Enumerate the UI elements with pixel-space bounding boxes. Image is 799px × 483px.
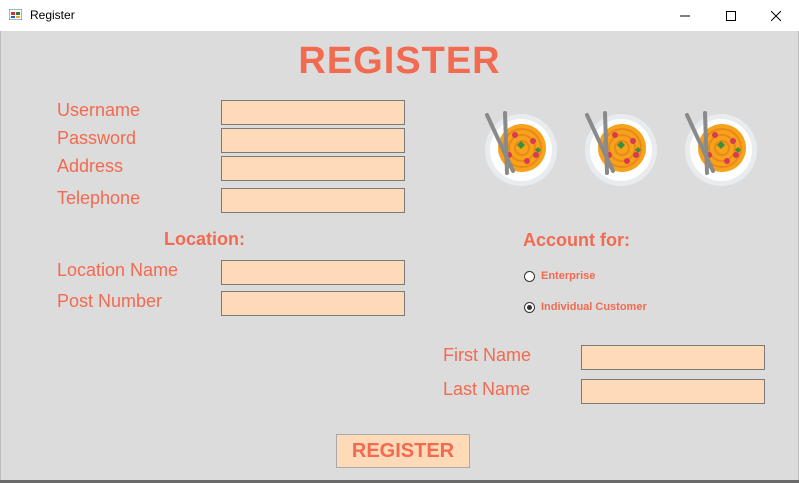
- address-label: Address: [57, 156, 124, 176]
- page-title: REGISTER: [298, 40, 501, 82]
- last-name-label: Last Name: [443, 379, 531, 399]
- location-name-label: Location Name: [57, 260, 179, 280]
- telephone-label: Telephone: [57, 188, 141, 208]
- noodle-bowl-icon: [585, 111, 657, 186]
- radio-enterprise-label[interactable]: Enterprise: [541, 270, 595, 282]
- post-number-field[interactable]: [221, 291, 405, 316]
- radio-checked-icon[interactable]: [524, 301, 535, 313]
- radio-dot: [527, 304, 532, 310]
- close-button[interactable]: [753, 0, 799, 31]
- last-name-field[interactable]: [581, 379, 765, 404]
- username-field[interactable]: [221, 100, 405, 125]
- window-title: Register: [30, 8, 75, 22]
- username-label: Username: [57, 100, 141, 120]
- radio-individual-customer-label[interactable]: Individual Customer: [541, 301, 647, 313]
- radio-unchecked-icon[interactable]: [524, 270, 535, 282]
- radio-individual-customer[interactable]: Individual Customer: [524, 301, 647, 313]
- noodle-bowl-icon: [685, 111, 757, 186]
- app-icon: [9, 9, 22, 20]
- first-name-label: First Name: [443, 345, 532, 365]
- noodle-bowl-icon: [485, 111, 557, 186]
- register-button[interactable]: REGISTER: [336, 434, 470, 468]
- minimize-icon: [680, 15, 690, 16]
- window-titlebar[interactable]: Register: [0, 0, 799, 32]
- close-icon: [771, 10, 781, 21]
- minimize-button[interactable]: [662, 0, 708, 31]
- first-name-field[interactable]: [581, 345, 765, 370]
- register-form: [0, 31, 799, 481]
- telephone-field[interactable]: [221, 188, 405, 213]
- password-field[interactable]: [221, 128, 405, 153]
- location-section-label: Location:: [164, 229, 245, 249]
- radio-enterprise[interactable]: Enterprise: [524, 270, 595, 282]
- password-label: Password: [57, 128, 137, 148]
- maximize-icon: [726, 10, 736, 21]
- account-section-label: Account for:: [523, 230, 630, 250]
- location-name-field[interactable]: [221, 260, 405, 285]
- address-field[interactable]: [221, 156, 405, 181]
- maximize-button[interactable]: [708, 0, 754, 31]
- post-number-label: Post Number: [57, 291, 163, 311]
